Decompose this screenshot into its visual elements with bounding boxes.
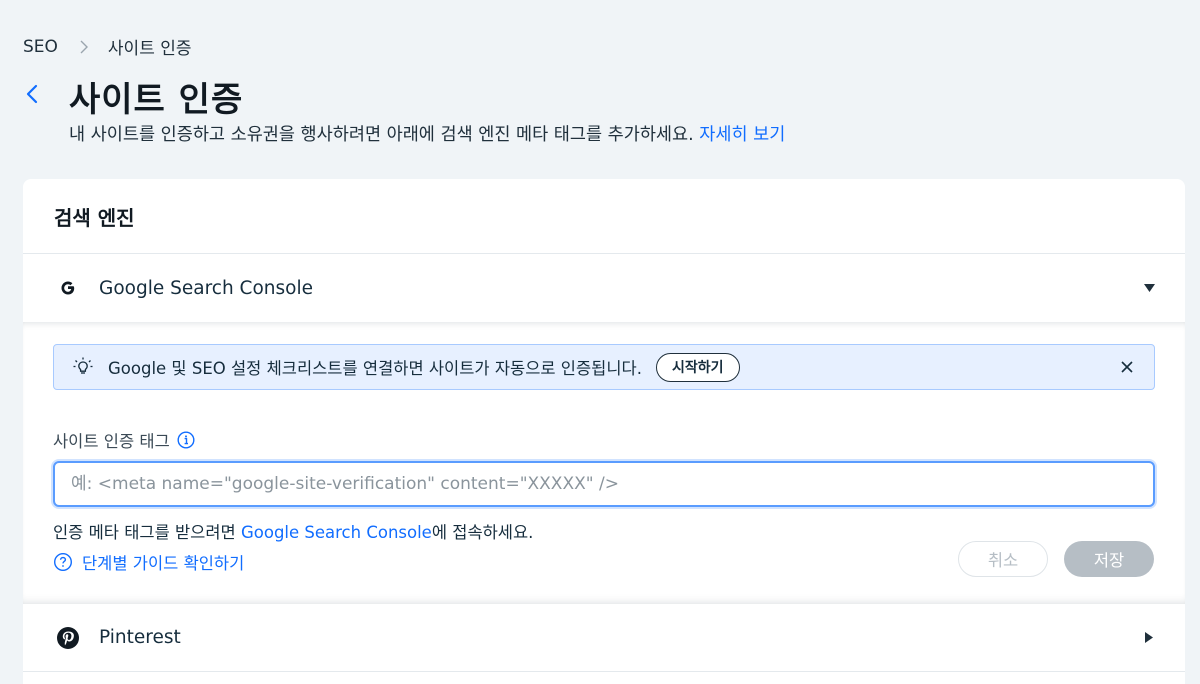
notice-text: Google 및 SEO 설정 체크리스트를 연결하면 사이트가 자동으로 인증…: [108, 359, 642, 378]
verification-tag-input[interactable]: [53, 461, 1155, 507]
google-g-icon: [56, 276, 80, 300]
pinterest-row[interactable]: Pinterest: [23, 604, 1185, 672]
back-button[interactable]: [20, 82, 44, 110]
breadcrumb: SEO 사이트 인증: [23, 34, 192, 60]
page-title: 사이트 인증: [69, 80, 244, 120]
card-title: 검색 엔진: [23, 179, 1185, 254]
google-expanded-panel: Google 및 SEO 설정 체크리스트를 연결하면 사이트가 자동으로 인증…: [23, 322, 1185, 604]
caret-right-icon[interactable]: [1143, 632, 1155, 644]
guide-link-text: 단계별 가이드 확인하기: [82, 554, 245, 573]
start-button[interactable]: 시작하기: [655, 352, 740, 382]
close-icon[interactable]: [1120, 360, 1134, 374]
verification-tag-label: 사이트 인증 태그: [53, 428, 1155, 452]
setup-checklist-notice: Google 및 SEO 설정 체크리스트를 연결하면 사이트가 자동으로 인증…: [53, 344, 1155, 390]
page: SEO 사이트 인증 사이트 인증 내 사이트를 인증하고 소유권을 행사하려면…: [0, 0, 1200, 684]
chevron-right-icon: [80, 40, 88, 54]
question-circle-icon: [53, 552, 73, 572]
cancel-button[interactable]: 취소: [958, 541, 1048, 577]
help-text-prefix: 인증 메타 태그를 받으려면: [53, 523, 241, 542]
help-text-suffix: 에 접속하세요.: [431, 523, 534, 542]
verification-tag-label-text: 사이트 인증 태그: [53, 432, 170, 451]
breadcrumb-current: 사이트 인증: [107, 39, 192, 59]
caret-down-icon[interactable]: [1143, 282, 1155, 294]
google-search-console-row[interactable]: Google Search Console: [23, 254, 1185, 322]
search-engines-card: 검색 엔진 Google Search Console Google 및 SEO…: [23, 179, 1185, 684]
chevron-left-icon: [26, 84, 38, 108]
google-search-console-link[interactable]: Google Search Console: [241, 523, 432, 542]
page-subtitle-text: 내 사이트를 인증하고 소유권을 행사하려면 아래에 검색 엔진 메타 태그를 …: [69, 125, 694, 145]
page-subtitle: 내 사이트를 인증하고 소유권을 행사하려면 아래에 검색 엔진 메타 태그를 …: [69, 121, 785, 146]
breadcrumb-seo-link[interactable]: SEO: [23, 37, 58, 57]
help-text: 인증 메타 태그를 받으려면 Google Search Console에 접속…: [53, 519, 1155, 543]
step-by-step-guide-link[interactable]: 단계별 가이드 확인하기: [53, 550, 244, 574]
save-button[interactable]: 저장: [1064, 541, 1154, 577]
google-search-console-label: Google Search Console: [99, 277, 313, 299]
info-icon[interactable]: [177, 431, 195, 449]
pinterest-label: Pinterest: [99, 627, 181, 648]
lightbulb-icon: [72, 356, 94, 378]
learn-more-link[interactable]: 자세히 보기: [699, 125, 785, 145]
pinterest-icon: [56, 626, 80, 650]
